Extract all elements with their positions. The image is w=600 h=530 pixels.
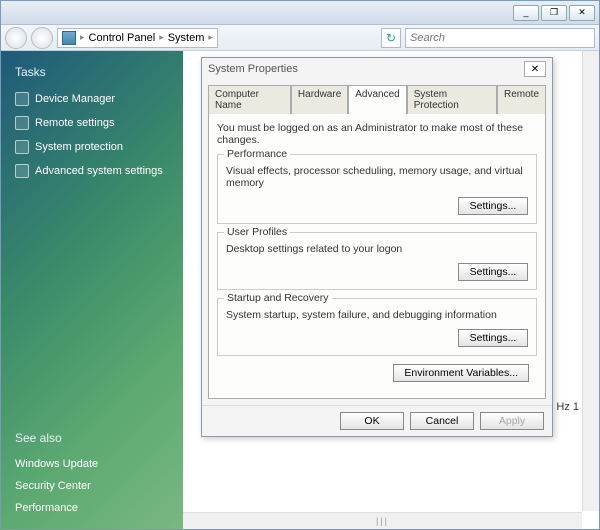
seealso-label: Security Center: [15, 480, 91, 492]
horizontal-scrollbar[interactable]: |||: [183, 512, 582, 529]
task-label: System protection: [35, 141, 123, 153]
seealso-security-center[interactable]: Security Center: [15, 480, 173, 492]
group-title: User Profiles: [224, 226, 290, 238]
group-desc: Desktop settings related to your logon: [226, 243, 528, 255]
refresh-button[interactable]: ↻: [381, 28, 401, 48]
sidebar-item-remote-settings[interactable]: Remote settings: [15, 116, 173, 130]
dialog-titlebar: System Properties ✕: [202, 58, 552, 80]
tasks-sidebar: Tasks Device Manager Remote settings Sys…: [1, 51, 183, 529]
group-title: Startup and Recovery: [224, 292, 332, 304]
group-desc: System startup, system failure, and debu…: [226, 309, 528, 321]
forward-button[interactable]: [31, 27, 53, 49]
sidebar-item-advanced-system-settings[interactable]: Advanced system settings: [15, 164, 173, 178]
task-label: Advanced system settings: [35, 165, 163, 177]
maximize-button[interactable]: ❐: [541, 5, 567, 21]
tab-strip: Computer Name Hardware Advanced System P…: [202, 80, 552, 113]
location-icon: [62, 31, 76, 45]
seealso-label: Performance: [15, 502, 78, 514]
sidebar-item-system-protection[interactable]: System protection: [15, 140, 173, 154]
sidebar-item-device-manager[interactable]: Device Manager: [15, 92, 173, 106]
startup-recovery-group: Startup and Recovery System startup, sys…: [217, 298, 537, 356]
performance-settings-button[interactable]: Settings...: [458, 197, 528, 215]
back-button[interactable]: [5, 27, 27, 49]
chevron-right-icon: ▸: [159, 32, 164, 43]
breadcrumb-item[interactable]: System: [168, 32, 205, 44]
performance-group: Performance Visual effects, processor sc…: [217, 154, 537, 224]
breadcrumb[interactable]: ▸ Control Panel ▸ System ▸: [57, 28, 218, 48]
group-title: Performance: [224, 148, 290, 160]
minimize-button[interactable]: _: [513, 5, 539, 21]
main-panel: Hz 1 ||| System Properties ✕ Computer Na…: [183, 51, 599, 529]
explorer-window: _ ❐ ✕ ▸ Control Panel ▸ System ▸ ↻ Tasks…: [0, 0, 600, 530]
group-desc: Visual effects, processor scheduling, me…: [226, 165, 528, 189]
window-close-button[interactable]: ✕: [569, 5, 595, 21]
shield-icon: [15, 116, 29, 130]
tab-hardware[interactable]: Hardware: [291, 85, 348, 114]
tasks-heading: Tasks: [15, 65, 173, 79]
tab-body-advanced: You must be logged on as an Administrato…: [208, 113, 546, 399]
vertical-scrollbar[interactable]: [582, 51, 599, 511]
navigation-bar: ▸ Control Panel ▸ System ▸ ↻: [1, 25, 599, 51]
user-profiles-settings-button[interactable]: Settings...: [458, 263, 528, 281]
shield-icon: [15, 92, 29, 106]
system-properties-dialog: System Properties ✕ Computer Name Hardwa…: [201, 57, 553, 437]
search-input[interactable]: [405, 28, 595, 48]
breadcrumb-item[interactable]: Control Panel: [89, 32, 156, 44]
admin-note: You must be logged on as an Administrato…: [217, 122, 537, 146]
dialog-title-text: System Properties: [208, 63, 298, 75]
window-titlebar: _ ❐ ✕: [1, 1, 599, 25]
tab-system-protection[interactable]: System Protection: [407, 85, 497, 114]
apply-button[interactable]: Apply: [480, 412, 544, 430]
ok-button[interactable]: OK: [340, 412, 404, 430]
shield-icon: [15, 164, 29, 178]
seealso-performance[interactable]: Performance: [15, 502, 173, 514]
shield-icon: [15, 140, 29, 154]
environment-variables-button[interactable]: Environment Variables...: [393, 364, 529, 382]
startup-recovery-settings-button[interactable]: Settings...: [458, 329, 528, 347]
background-text: Hz 1: [556, 401, 579, 413]
dialog-button-row: OK Cancel Apply: [202, 405, 552, 436]
cancel-button[interactable]: Cancel: [410, 412, 474, 430]
seealso-label: Windows Update: [15, 458, 98, 470]
tab-computer-name[interactable]: Computer Name: [208, 85, 291, 114]
chevron-right-icon: ▸: [208, 32, 213, 43]
dialog-close-button[interactable]: ✕: [524, 61, 546, 77]
chevron-right-icon: ▸: [80, 32, 85, 43]
tab-remote[interactable]: Remote: [497, 85, 546, 114]
seealso-windows-update[interactable]: Windows Update: [15, 458, 173, 470]
task-label: Device Manager: [35, 93, 115, 105]
task-label: Remote settings: [35, 117, 114, 129]
user-profiles-group: User Profiles Desktop settings related t…: [217, 232, 537, 290]
tab-advanced[interactable]: Advanced: [348, 85, 406, 114]
seealso-heading: See also: [15, 431, 173, 445]
content-area: Tasks Device Manager Remote settings Sys…: [1, 51, 599, 529]
